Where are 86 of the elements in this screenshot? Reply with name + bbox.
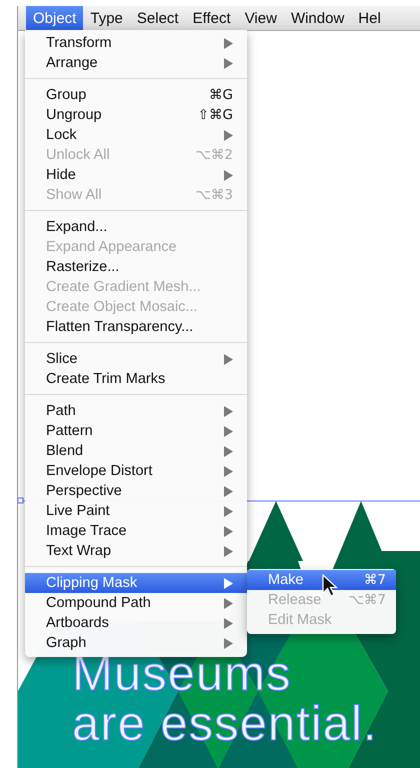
menu-item-label: Envelope Distort bbox=[46, 463, 152, 479]
menu-item[interactable]: Make ⌘7 bbox=[247, 570, 396, 590]
menu-item[interactable]: Perspective bbox=[25, 481, 247, 501]
menu-item[interactable]: Lock bbox=[25, 125, 247, 145]
menu-item-label: Unlock All bbox=[46, 147, 110, 163]
menu-item-label: Text Wrap bbox=[46, 543, 112, 559]
submenu-arrow-icon bbox=[224, 598, 233, 608]
menu-bar-item[interactable]: Type bbox=[83, 6, 130, 30]
submenu-arrow-icon bbox=[224, 130, 233, 140]
menu-item-label: Live Paint bbox=[46, 503, 110, 519]
submenu-arrow-icon bbox=[224, 406, 233, 416]
menu-item-label: Show All bbox=[46, 187, 102, 203]
mouse-pointer-icon bbox=[322, 574, 338, 598]
submenu-arrow-icon bbox=[224, 506, 233, 516]
submenu-arrow-icon bbox=[224, 546, 233, 556]
menu-bar-item[interactable]: Object bbox=[26, 6, 84, 30]
menu-item[interactable]: Ungroup ⇧⌘G bbox=[25, 105, 247, 125]
shortcut-text: ⌘G bbox=[209, 87, 233, 103]
submenu-arrow-icon bbox=[224, 466, 233, 476]
menu-item-label: Clipping Mask bbox=[46, 575, 138, 591]
menu-item[interactable]: Clipping Mask bbox=[25, 573, 247, 593]
menu-item[interactable]: Image Trace bbox=[25, 521, 247, 541]
menu-item[interactable]: Pattern bbox=[25, 421, 247, 441]
menu-bar-item[interactable]: Select bbox=[130, 6, 186, 30]
submenu-arrow-icon bbox=[224, 578, 233, 588]
shortcut-text: ⌘7 bbox=[364, 572, 386, 588]
menu-item-label: Ungroup bbox=[46, 107, 102, 123]
menu-item-label: Artboards bbox=[46, 615, 109, 631]
menu-item[interactable]: Envelope Distort bbox=[25, 461, 247, 481]
shortcut-text: ⌥⌘7 bbox=[348, 592, 386, 608]
menu-item-label: Pattern bbox=[46, 423, 93, 439]
menu-item-label: Create Trim Marks bbox=[46, 371, 166, 387]
submenu-arrow-icon bbox=[224, 618, 233, 628]
menu-item[interactable]: Group ⌘G bbox=[25, 85, 247, 105]
submenu-arrow-icon bbox=[224, 426, 233, 436]
menu-item-label: Flatten Transparency... bbox=[46, 319, 194, 335]
menu-item-label: Lock bbox=[46, 127, 77, 143]
menu-item-label: Graph bbox=[46, 635, 86, 651]
menu-item-label: Group bbox=[46, 87, 86, 103]
menu-item-label: Make bbox=[268, 572, 304, 588]
menu-item-label: Compound Path bbox=[46, 595, 151, 611]
menu-bar-item[interactable]: View bbox=[238, 6, 284, 30]
shortcut-text: ⌥⌘3 bbox=[195, 187, 233, 203]
menu-item[interactable]: Expand... bbox=[25, 217, 247, 237]
menu-item-label: Create Object Mosaic... bbox=[46, 299, 198, 315]
menu-item-label: Edit Mask bbox=[268, 612, 332, 628]
menu-item-label: Create Gradient Mesh... bbox=[46, 279, 201, 295]
menu-item[interactable]: Rasterize... bbox=[25, 257, 247, 277]
menu-item-label: Rasterize... bbox=[46, 259, 120, 275]
menu-item-label: Expand Appearance bbox=[46, 239, 177, 255]
menu-bar-item[interactable]: Effect bbox=[186, 6, 238, 30]
menu-item-label: Arrange bbox=[46, 55, 98, 71]
menu-item[interactable]: Live Paint bbox=[25, 501, 247, 521]
menu-item[interactable]: Create Trim Marks bbox=[25, 369, 247, 389]
menu-item[interactable]: Text Wrap bbox=[25, 541, 247, 561]
menu-item-label: Expand... bbox=[46, 219, 108, 235]
menu-bar-item[interactable]: Hel bbox=[351, 6, 388, 30]
submenu-arrow-icon bbox=[224, 486, 233, 496]
menu-item[interactable]: Arrange bbox=[25, 53, 247, 73]
menu-item[interactable]: Compound Path bbox=[25, 593, 247, 613]
menu-item-label: Blend bbox=[46, 443, 84, 459]
submenu-arrow-icon bbox=[224, 638, 233, 648]
menu-item-label: Slice bbox=[46, 351, 78, 367]
menu-item-label: Perspective bbox=[46, 483, 122, 499]
submenu-arrow-icon bbox=[224, 170, 233, 180]
submenu-arrow-icon bbox=[224, 526, 233, 536]
shortcut-text: ⇧⌘G bbox=[198, 107, 233, 123]
menu-item-label: Transform bbox=[46, 35, 112, 51]
menu-item-label: Image Trace bbox=[46, 523, 127, 539]
menu-item[interactable]: Flatten Transparency... bbox=[25, 317, 247, 337]
menu-item[interactable]: Slice bbox=[25, 349, 247, 369]
menu-item[interactable]: Hide bbox=[25, 165, 247, 185]
menu-bar-item[interactable]: Window bbox=[284, 6, 352, 30]
menu-item-label: Path bbox=[46, 403, 76, 419]
menu-item[interactable]: Artboards bbox=[25, 613, 247, 633]
submenu-arrow-icon bbox=[224, 354, 233, 364]
menu-item[interactable]: Path bbox=[25, 401, 247, 421]
submenu-arrow-icon bbox=[224, 446, 233, 456]
outlined-headline-text: are essential. bbox=[72, 699, 378, 749]
menu-item-label: Release bbox=[268, 592, 322, 608]
menu-item[interactable]: Blend bbox=[25, 441, 247, 461]
shortcut-text: ⌥⌘2 bbox=[195, 147, 233, 163]
submenu-arrow-icon bbox=[224, 58, 233, 68]
menu-item-label: Hide bbox=[46, 167, 76, 183]
submenu-arrow-icon bbox=[224, 38, 233, 48]
menu-item[interactable]: Transform bbox=[25, 33, 247, 53]
